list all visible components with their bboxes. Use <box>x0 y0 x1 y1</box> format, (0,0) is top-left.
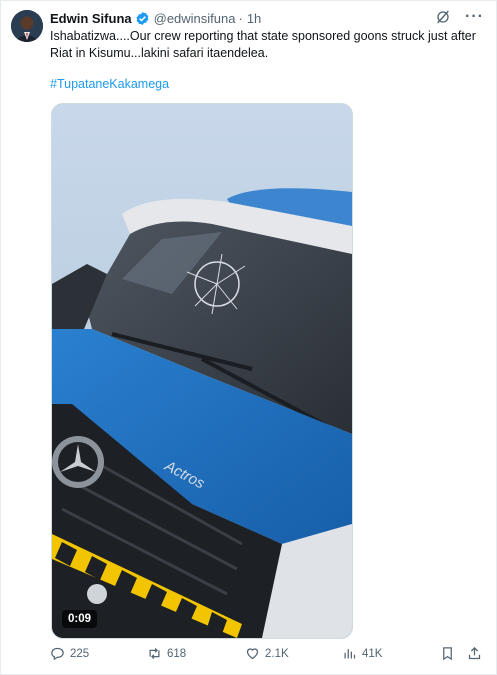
views-count: 41K <box>362 647 383 660</box>
separator-dot: · <box>238 10 243 26</box>
repost-count: 618 <box>167 647 187 660</box>
share-icon <box>468 646 481 660</box>
tweet-text: Ishabatizwa....Our crew reporting that s… <box>50 29 476 60</box>
reply-button[interactable]: 225 <box>50 646 89 661</box>
reply-icon <box>51 647 64 661</box>
views-chart-icon <box>344 649 356 659</box>
tweet-header: Edwin Sifuna @edwinsifuna · 1h ··· <box>50 9 484 27</box>
heart-icon <box>246 648 259 660</box>
tweet-card[interactable]: Edwin Sifuna @edwinsifuna · 1h ··· Ishab… <box>0 0 497 675</box>
repost-icon <box>149 648 160 659</box>
like-count: 2.1K <box>265 647 289 660</box>
video-duration: 0:09 <box>62 610 98 628</box>
bookmark-icon <box>443 647 452 661</box>
more-options-icon[interactable]: ··· <box>465 9 484 25</box>
views-button[interactable]: 41K <box>342 646 382 661</box>
avatar[interactable] <box>11 10 43 42</box>
like-button[interactable]: 2.1K <box>245 646 289 661</box>
truck-video-thumbnail: Actros <box>52 104 352 638</box>
author-handle[interactable]: @edwinsifuna <box>154 11 236 26</box>
grok-icon[interactable] <box>435 9 451 25</box>
verified-badge-icon <box>135 11 150 26</box>
reply-count: 225 <box>70 647 90 660</box>
video-player[interactable]: Actros 0:09 <box>51 103 353 639</box>
timestamp[interactable]: 1h <box>247 11 261 26</box>
hashtag-link[interactable]: #TupataneKakamega <box>50 77 169 91</box>
repost-button[interactable]: 618 <box>147 646 186 661</box>
action-bar: 225 618 2.1K 41K <box>50 646 482 668</box>
bookmark-button[interactable] <box>440 646 455 661</box>
share-button[interactable] <box>467 646 482 661</box>
author-name[interactable]: Edwin Sifuna <box>50 11 132 26</box>
avatar-image <box>11 10 43 42</box>
